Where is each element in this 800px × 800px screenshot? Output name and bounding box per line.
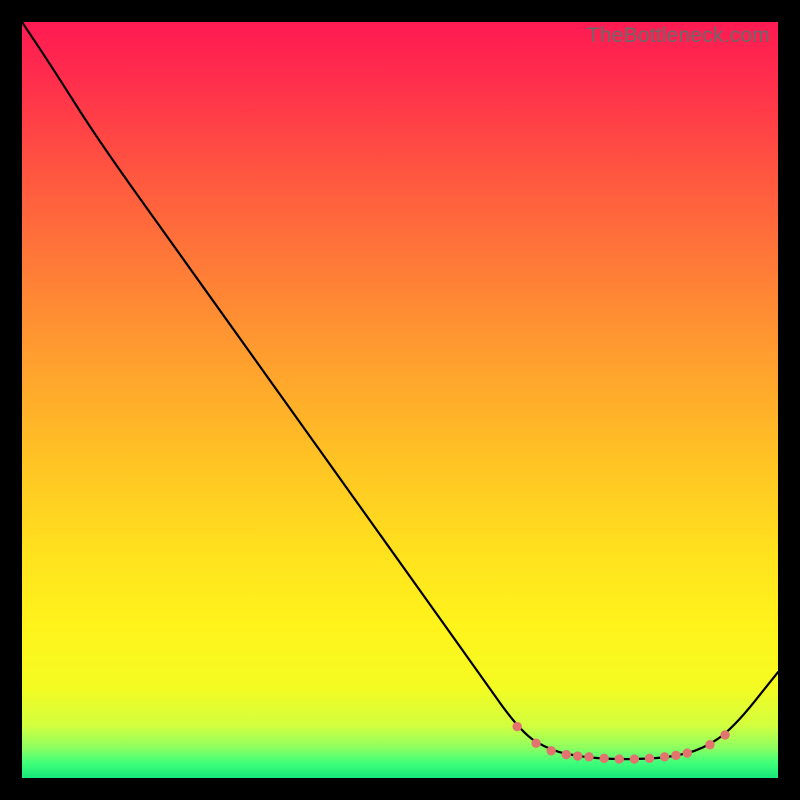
- chart-marker: [584, 752, 593, 761]
- chart-marker: [683, 748, 692, 757]
- chart-marker: [660, 752, 669, 761]
- chart-curve: [22, 22, 778, 759]
- chart-marker: [573, 751, 582, 760]
- chart-marker: [630, 754, 639, 763]
- chart-frame: TheBottleneck.com: [22, 22, 778, 778]
- chart-marker: [531, 739, 540, 748]
- chart-marker: [599, 754, 608, 763]
- chart-marker: [645, 754, 654, 763]
- chart-markers: [512, 722, 729, 764]
- chart-marker: [671, 751, 680, 760]
- chart-marker: [512, 722, 521, 731]
- chart-marker: [705, 740, 714, 749]
- chart-marker: [547, 746, 556, 755]
- chart-marker: [562, 750, 571, 759]
- chart-marker: [720, 730, 729, 739]
- chart-plot: [22, 22, 778, 778]
- chart-marker: [615, 754, 624, 763]
